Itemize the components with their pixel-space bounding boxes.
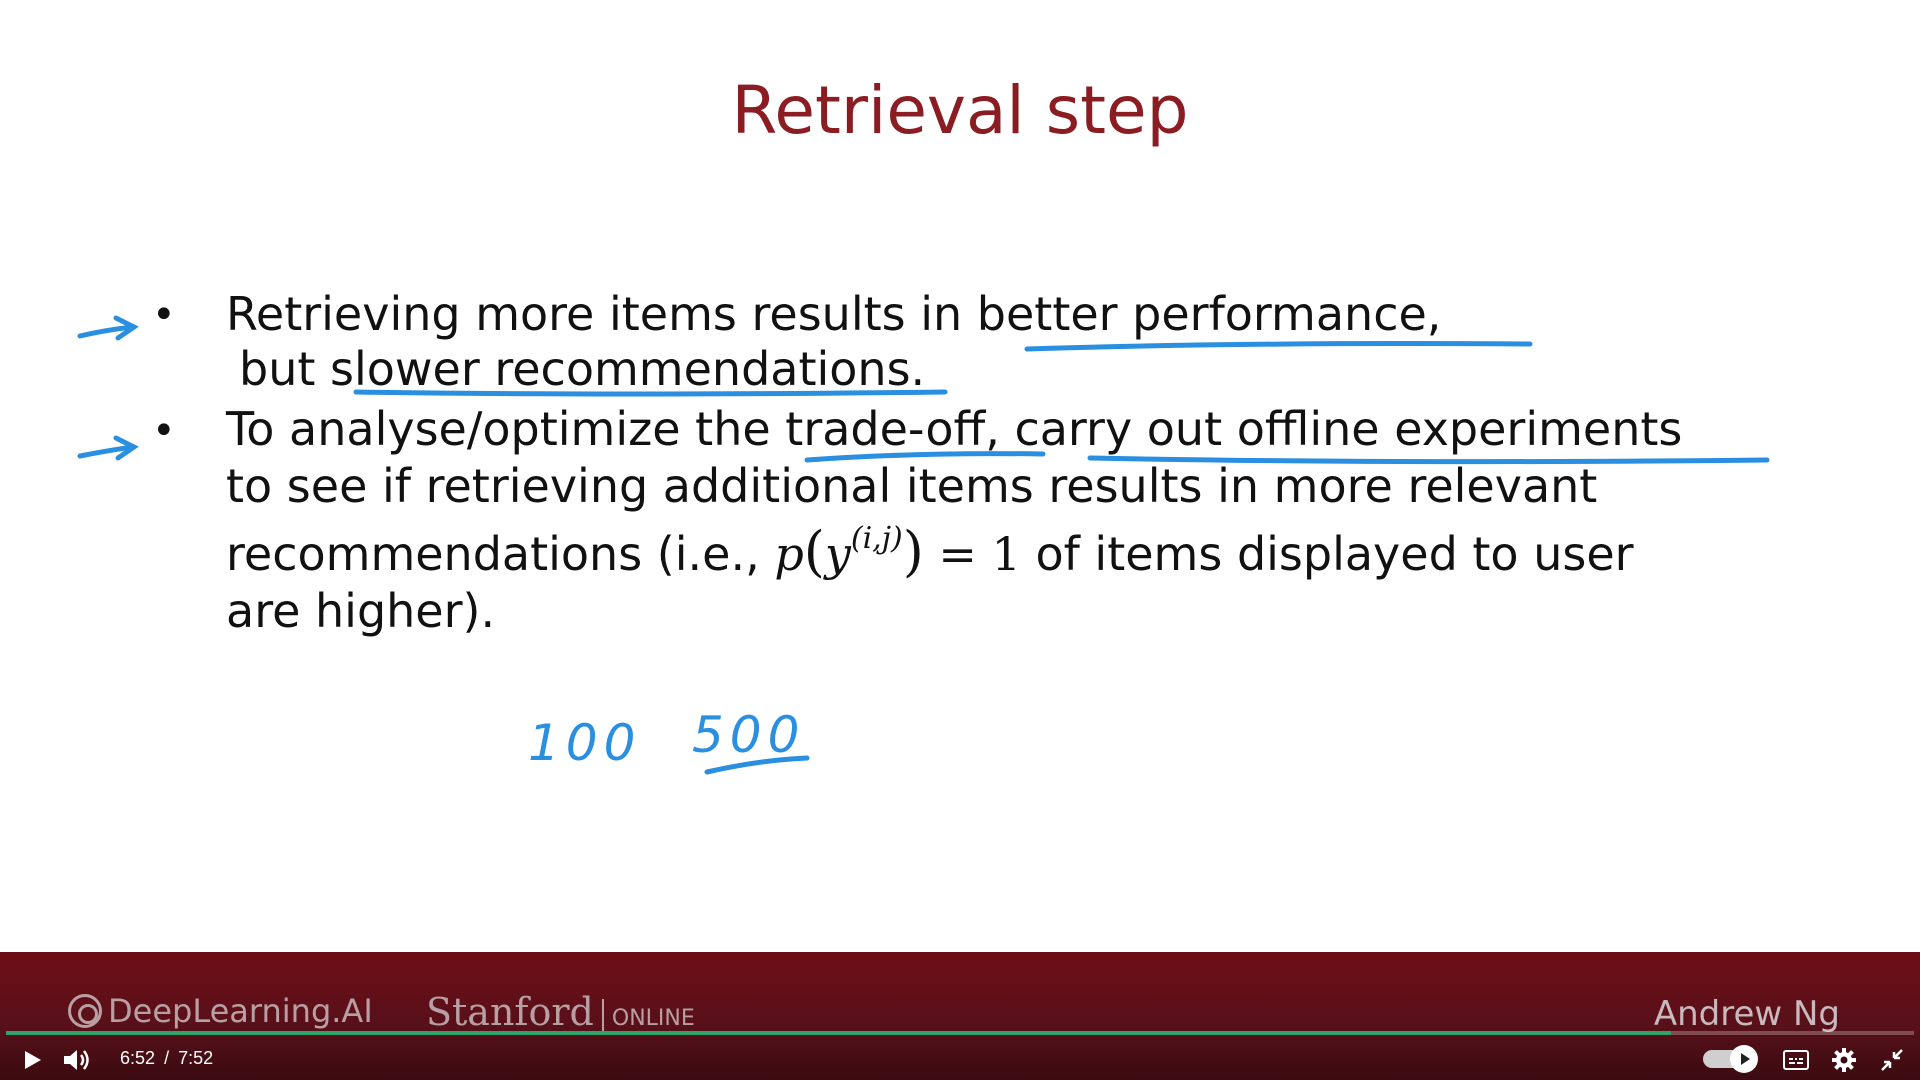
time-separator: / [164, 1048, 170, 1068]
exit-fullscreen-icon[interactable] [1880, 1048, 1904, 1072]
math-superscript: (i,j) [850, 521, 903, 556]
handwritten-100: 100 [528, 714, 642, 772]
probability-formula: p(y(i,j)) = 1 [774, 520, 1021, 583]
duration: 7:52 [178, 1048, 214, 1068]
arrow-icon [77, 315, 139, 341]
autoplay-toggle-knob[interactable] [1730, 1045, 1758, 1073]
stanford-online-logo: Stanford ONLINE [426, 990, 695, 1034]
player-controls: 6:52 / 7:52 [0, 1040, 1920, 1080]
bullet-2-line-2: to see if retrieving additional items re… [226, 459, 1598, 513]
progress-bar[interactable] [6, 1031, 1914, 1035]
math-equals: = 1 [923, 527, 1021, 581]
play-icon[interactable] [20, 1048, 44, 1072]
current-time: 6:52 [120, 1048, 156, 1068]
presenter-name: Andrew Ng [1653, 994, 1840, 1034]
brand-left-text: DeepLearning.AI [108, 992, 373, 1030]
deeplearning-logo-icon [68, 994, 102, 1028]
bullet-1-line-2: but slower recommendations. [239, 342, 926, 396]
slide-title: Retrieval step [731, 72, 1189, 149]
math-y: y [824, 527, 851, 581]
progress-bar-played [6, 1031, 1672, 1035]
bullet-2-line-3: recommendations (i.e., p(y(i,j)) = 1 of … [226, 520, 1634, 583]
brand-stanford-text: Stanford [426, 990, 594, 1034]
bullet-2-line-4: are higher). [226, 584, 496, 638]
captions-icon[interactable] [1782, 1048, 1810, 1072]
bullet-2-line-3-prefix: recommendations (i.e., [226, 527, 775, 581]
bullet-marker: • [152, 408, 176, 454]
bullet-2-line-3-suffix: of items displayed to user [1020, 527, 1634, 581]
math-p: p [774, 527, 804, 581]
handwritten-500: 500 [692, 706, 806, 764]
deeplearning-ai-logo: DeepLearning.AI [68, 992, 373, 1030]
arrow-icon [77, 435, 139, 461]
time-display: 6:52 / 7:52 [118, 1048, 215, 1069]
bullet-2-line-1: To analyse/optimize the trade-off, carry… [226, 402, 1683, 456]
underline-better-performance [1024, 341, 1533, 352]
bullet-1-line-1: Retrieving more items results in better … [226, 287, 1442, 341]
bullet-marker: • [152, 292, 176, 338]
autoplay-play-icon [1741, 1053, 1750, 1065]
settings-icon[interactable] [1831, 1047, 1857, 1073]
slide: Retrieval step • Retrieving more items r… [0, 0, 1920, 952]
volume-icon[interactable] [62, 1047, 90, 1073]
brand-online-text: ONLINE [611, 1006, 695, 1031]
